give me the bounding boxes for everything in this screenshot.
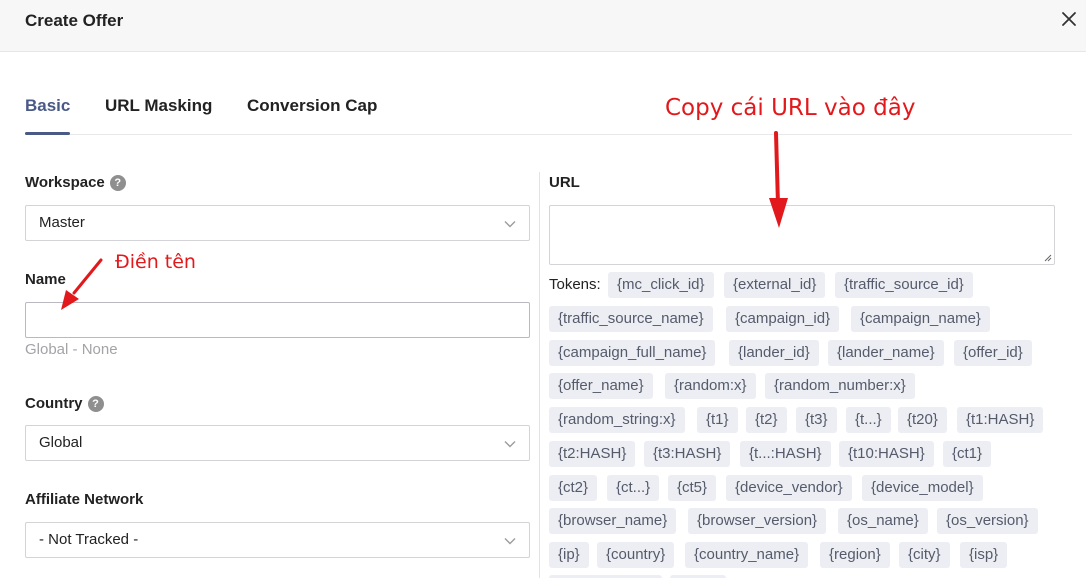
country-select[interactable]: Global bbox=[25, 425, 530, 461]
token-chip[interactable]: {t2} bbox=[746, 407, 787, 433]
token-chip[interactable]: {ct5} bbox=[668, 475, 717, 501]
token-chip[interactable]: {ct1} bbox=[943, 441, 992, 467]
token-chip[interactable]: {os_version} bbox=[937, 508, 1038, 534]
tokens-label: Tokens: bbox=[549, 276, 601, 293]
chevron-down-icon bbox=[504, 538, 516, 545]
dialog-title: Create Offer bbox=[25, 11, 124, 30]
column-divider bbox=[539, 172, 540, 578]
token-chip[interactable]: {ct...} bbox=[607, 475, 660, 501]
token-chip[interactable]: {t3} bbox=[796, 407, 837, 433]
close-icon[interactable] bbox=[1058, 8, 1080, 30]
token-chip[interactable]: {campaign_id} bbox=[726, 306, 840, 332]
affiliate-network-value: - Not Tracked - bbox=[39, 531, 139, 548]
token-chip[interactable]: {mc_click_id} bbox=[608, 272, 714, 298]
country-label-text: Country bbox=[25, 395, 83, 412]
token-chip[interactable]: {browser_version} bbox=[688, 508, 827, 534]
token-chip[interactable]: {city} bbox=[899, 542, 950, 568]
token-chip[interactable]: {lander_id} bbox=[729, 340, 819, 366]
workspace-label: Workspace? bbox=[25, 174, 126, 191]
token-chip[interactable]: {ct2} bbox=[549, 475, 598, 501]
token-chip[interactable]: {device_vendor} bbox=[726, 475, 852, 501]
country-label: Country? bbox=[25, 395, 104, 412]
token-chip[interactable]: {region} bbox=[820, 542, 890, 568]
resize-handle-icon[interactable] bbox=[1042, 252, 1052, 262]
token-chip[interactable]: {campaign_name} bbox=[851, 306, 990, 332]
token-chip[interactable]: {browser_name} bbox=[549, 508, 677, 534]
annotation-copy-url: Copy cái URL vào đây bbox=[665, 95, 916, 121]
token-chip[interactable]: {t1} bbox=[697, 407, 738, 433]
tab-basic[interactable]: Basic bbox=[25, 96, 70, 116]
affiliate-network-label: Affiliate Network bbox=[25, 491, 144, 508]
token-chip[interactable]: {isp} bbox=[960, 542, 1008, 568]
token-chip[interactable]: {random_number:x} bbox=[765, 373, 915, 399]
tab-conversion-cap[interactable]: Conversion Cap bbox=[247, 96, 377, 116]
token-chip[interactable]: {t10:HASH} bbox=[839, 441, 934, 467]
token-chip[interactable]: {os_name} bbox=[838, 508, 928, 534]
name-label: Name bbox=[25, 271, 66, 288]
token-chip[interactable]: {ip} bbox=[549, 542, 589, 568]
token-chip[interactable]: {t3:HASH} bbox=[644, 441, 731, 467]
token-chip[interactable]: {t2:HASH} bbox=[549, 441, 636, 467]
affiliate-network-select[interactable]: - Not Tracked - bbox=[25, 522, 530, 558]
country-value: Global bbox=[39, 434, 83, 451]
help-icon[interactable]: ? bbox=[87, 396, 104, 412]
chevron-down-icon bbox=[504, 221, 516, 228]
workspace-select[interactable]: Master bbox=[25, 205, 530, 241]
token-chip[interactable]: {t...} bbox=[846, 407, 891, 433]
token-chip[interactable]: {random:x} bbox=[665, 373, 756, 399]
url-input[interactable] bbox=[549, 205, 1055, 265]
token-chip[interactable]: {offer_name} bbox=[549, 373, 653, 399]
chevron-down-icon bbox=[504, 441, 516, 448]
annotation-fill-name: Điền tên bbox=[115, 251, 196, 273]
token-chip[interactable]: {traffic_source_id} bbox=[835, 272, 973, 298]
token-chip[interactable]: {offer_id} bbox=[954, 340, 1032, 366]
token-chip[interactable]: {country_name} bbox=[685, 542, 809, 568]
name-hint: Global - None bbox=[25, 341, 118, 358]
dialog-header: Create Offer bbox=[0, 0, 1086, 52]
token-chip[interactable]: {traffic_source_name} bbox=[549, 306, 713, 332]
token-chip[interactable]: {t20} bbox=[898, 407, 947, 433]
token-chip[interactable]: {country} bbox=[597, 542, 675, 568]
workspace-label-text: Workspace bbox=[25, 174, 105, 191]
help-icon[interactable]: ? bbox=[109, 175, 126, 191]
url-label: URL bbox=[549, 174, 580, 191]
token-chip[interactable]: {t...:HASH} bbox=[740, 441, 831, 467]
token-chip[interactable]: {random_string:x} bbox=[549, 407, 685, 433]
workspace-value: Master bbox=[39, 214, 85, 231]
token-chip[interactable]: {external_id} bbox=[724, 272, 826, 298]
tab-url-masking[interactable]: URL Masking bbox=[105, 96, 212, 116]
active-tab-indicator bbox=[25, 132, 70, 135]
name-input[interactable] bbox=[25, 302, 530, 338]
token-chip[interactable]: {campaign_full_name} bbox=[549, 340, 716, 366]
token-chip[interactable]: {t1:HASH} bbox=[957, 407, 1044, 433]
token-chip[interactable]: {device_model} bbox=[862, 475, 983, 501]
token-chip[interactable]: {lander_name} bbox=[828, 340, 944, 366]
